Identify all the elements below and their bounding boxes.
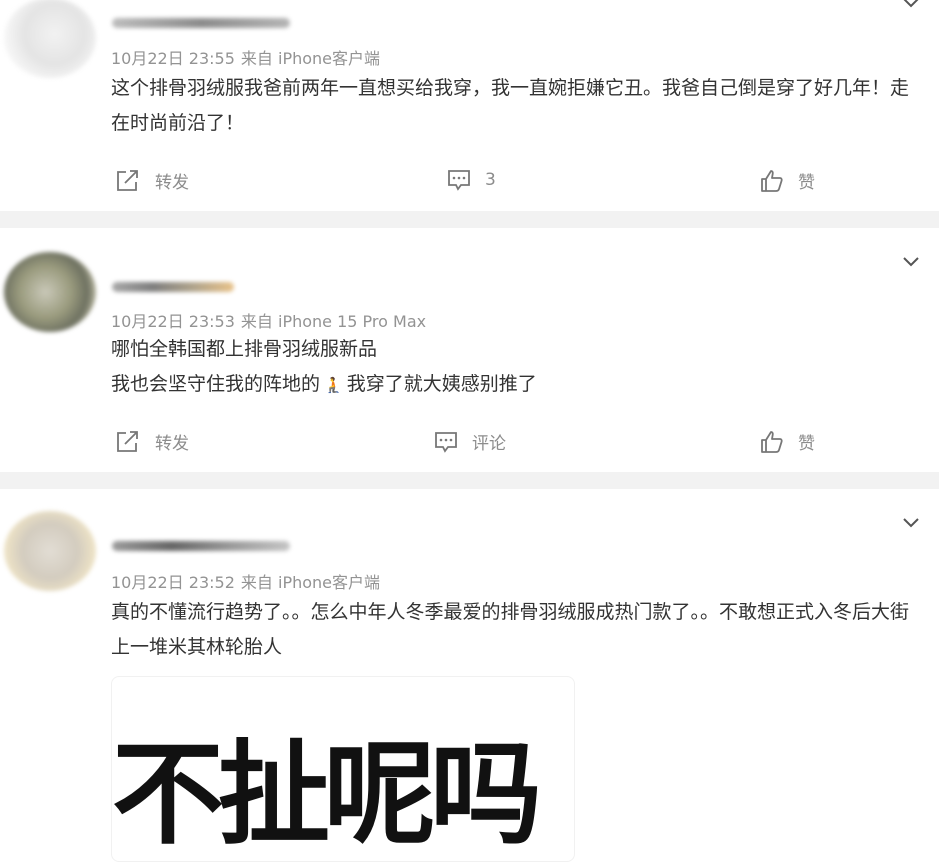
- comment-button[interactable]: 3: [447, 168, 496, 192]
- share-icon: [117, 430, 138, 452]
- comment-date: 10月22日 23:55: [111, 49, 235, 68]
- like-label: 赞: [798, 434, 815, 454]
- comment-count: 3: [485, 170, 496, 190]
- comment-card-2: 10月22日 23:53 来自 iPhone 15 Pro Max 哪怕全韩国都上…: [0, 228, 939, 472]
- forward-label: 转发: [155, 173, 189, 193]
- comment-image[interactable]: 不扯呢吗: [111, 676, 575, 862]
- avatar[interactable]: [4, 252, 96, 332]
- chevron-down-icon[interactable]: [900, 251, 922, 273]
- username[interactable]: [112, 18, 290, 28]
- comment-meta: 10月22日 23:52 来自 iPhone客户端: [111, 569, 386, 593]
- thumbs-up-icon: [761, 169, 783, 192]
- comment-text-segment: 我也会坚守住我的阵地的: [111, 373, 321, 395]
- username[interactable]: [112, 282, 234, 292]
- comment-text-line: 哪怕全韩国都上排骨羽绒服新品: [111, 338, 378, 360]
- divider: [0, 472, 939, 489]
- comment-meta: 10月22日 23:53 来自 iPhone 15 Pro Max: [111, 308, 432, 332]
- comment-text-line: 真的不懂流行趋势了。。怎么中年人冬季最爱的排骨羽绒服成热门款了。。不敢想正式入冬…: [111, 601, 910, 658]
- comment-date: 10月22日 23:52: [111, 573, 235, 592]
- comment-card-1: 10月22日 23:55 来自 iPhone客户端 这个排骨羽绒服我爸前两年一直想…: [0, 0, 939, 211]
- chevron-down-icon[interactable]: [900, 0, 922, 14]
- forward-button[interactable]: 转发: [115, 429, 189, 454]
- comment-icon: [435, 431, 457, 453]
- comment-text-line: 我也会坚守住我的阵地的 🧎 我穿了就大姨感别推了: [111, 367, 917, 403]
- thumbs-up-icon: [761, 430, 783, 453]
- like-button[interactable]: 赞: [760, 429, 815, 454]
- divider: [0, 211, 939, 228]
- meme-text: 不扯呢吗: [112, 730, 542, 860]
- comment-icon: [448, 170, 470, 191]
- comment-button[interactable]: 评论: [434, 429, 506, 454]
- comment-text: 真的不懂流行趋势了。。怎么中年人冬季最爱的排骨羽绒服成热门款了。。不敢想正式入冬…: [111, 595, 917, 665]
- comment-meta: 10月22日 23:55 来自 iPhone客户端: [111, 45, 386, 69]
- share-icon: [117, 169, 138, 191]
- avatar[interactable]: [4, 0, 96, 78]
- avatar[interactable]: [4, 511, 96, 591]
- comment-text-line: 这个排骨羽绒服我爸前两年一直想买给我穿，我一直婉拒嫌它丑。我爸自己倒是穿了好几年…: [111, 77, 910, 134]
- kneeling-person-emoji: 🧎: [324, 376, 343, 394]
- like-button[interactable]: 赞: [760, 168, 815, 193]
- username[interactable]: [112, 541, 290, 551]
- comment-date: 10月22日 23:53: [111, 312, 235, 331]
- comment-source: 来自 iPhone客户端: [240, 49, 381, 68]
- forward-label: 转发: [155, 434, 189, 454]
- chevron-down-icon[interactable]: [900, 512, 922, 534]
- comment-label: 评论: [472, 434, 506, 454]
- comment-source: 来自 iPhone客户端: [240, 573, 381, 592]
- like-label: 赞: [798, 173, 815, 193]
- comment-source: 来自 iPhone 15 Pro Max: [240, 312, 427, 331]
- forward-button[interactable]: 转发: [115, 168, 189, 193]
- comment-text: 哪怕全韩国都上排骨羽绒服新品 我也会坚守住我的阵地的 🧎 我穿了就大姨感别推了: [111, 332, 917, 403]
- comment-text-segment: 我穿了就大姨感别推了: [346, 373, 537, 395]
- comment-text: 这个排骨羽绒服我爸前两年一直想买给我穿，我一直婉拒嫌它丑。我爸自己倒是穿了好几年…: [111, 71, 917, 141]
